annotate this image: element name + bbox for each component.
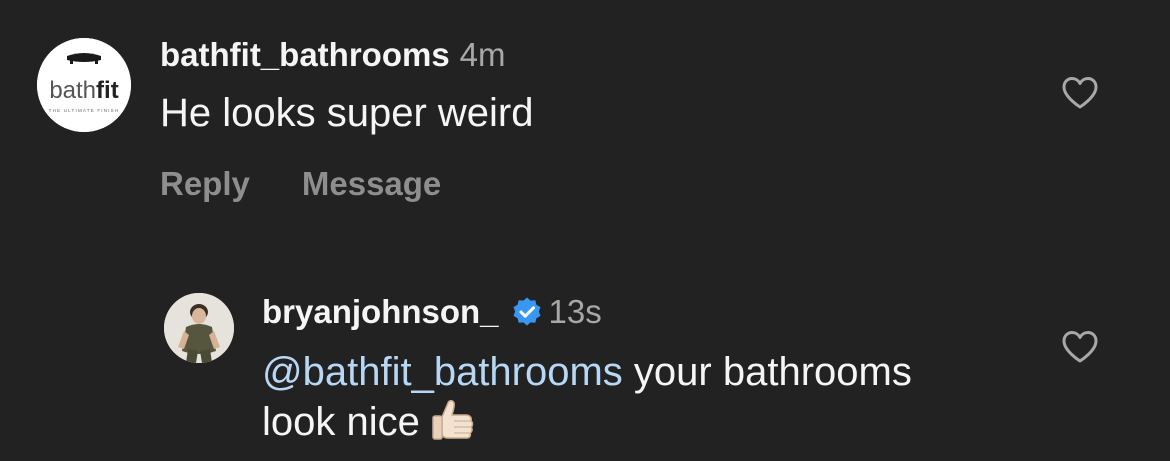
message-button[interactable]: Message: [302, 164, 441, 204]
verified-badge-icon: [513, 297, 541, 326]
heart-outline-icon[interactable]: [1061, 76, 1099, 110]
bathfit-logo: bathfit THE ULTIMATE FINISH: [37, 38, 131, 132]
svg-text:bathfit: bathfit: [49, 77, 118, 104]
username[interactable]: bryanjohnson_: [262, 293, 499, 330]
comment-text-line1: your bathrooms: [622, 350, 912, 394]
avatar[interactable]: [164, 293, 234, 363]
thumbs-up-icon: [432, 400, 474, 440]
reply-button[interactable]: Reply: [160, 164, 250, 204]
timestamp: 4m: [459, 36, 506, 73]
comment-header: bryanjohnson_ 13s: [262, 292, 602, 332]
comment-text-line2: look nice: [262, 400, 420, 444]
comment-actions: Reply Message: [160, 164, 441, 204]
username[interactable]: bathfit_bathrooms: [160, 36, 450, 73]
avatar[interactable]: bathfit THE ULTIMATE FINISH: [37, 38, 131, 132]
mention-link[interactable]: @bathfit_bathrooms: [262, 350, 623, 394]
profile-photo: [164, 293, 234, 363]
svg-text:THE ULTIMATE FINISH: THE ULTIMATE FINISH: [49, 108, 120, 113]
comment-text: @bathfit_bathrooms your bathrooms look ni…: [262, 349, 1022, 445]
comment-header: bathfit_bathrooms 4m: [160, 35, 506, 75]
comment-text: He looks super weird: [160, 91, 534, 135]
timestamp: 13s: [548, 293, 602, 330]
heart-outline-icon[interactable]: [1061, 330, 1099, 364]
